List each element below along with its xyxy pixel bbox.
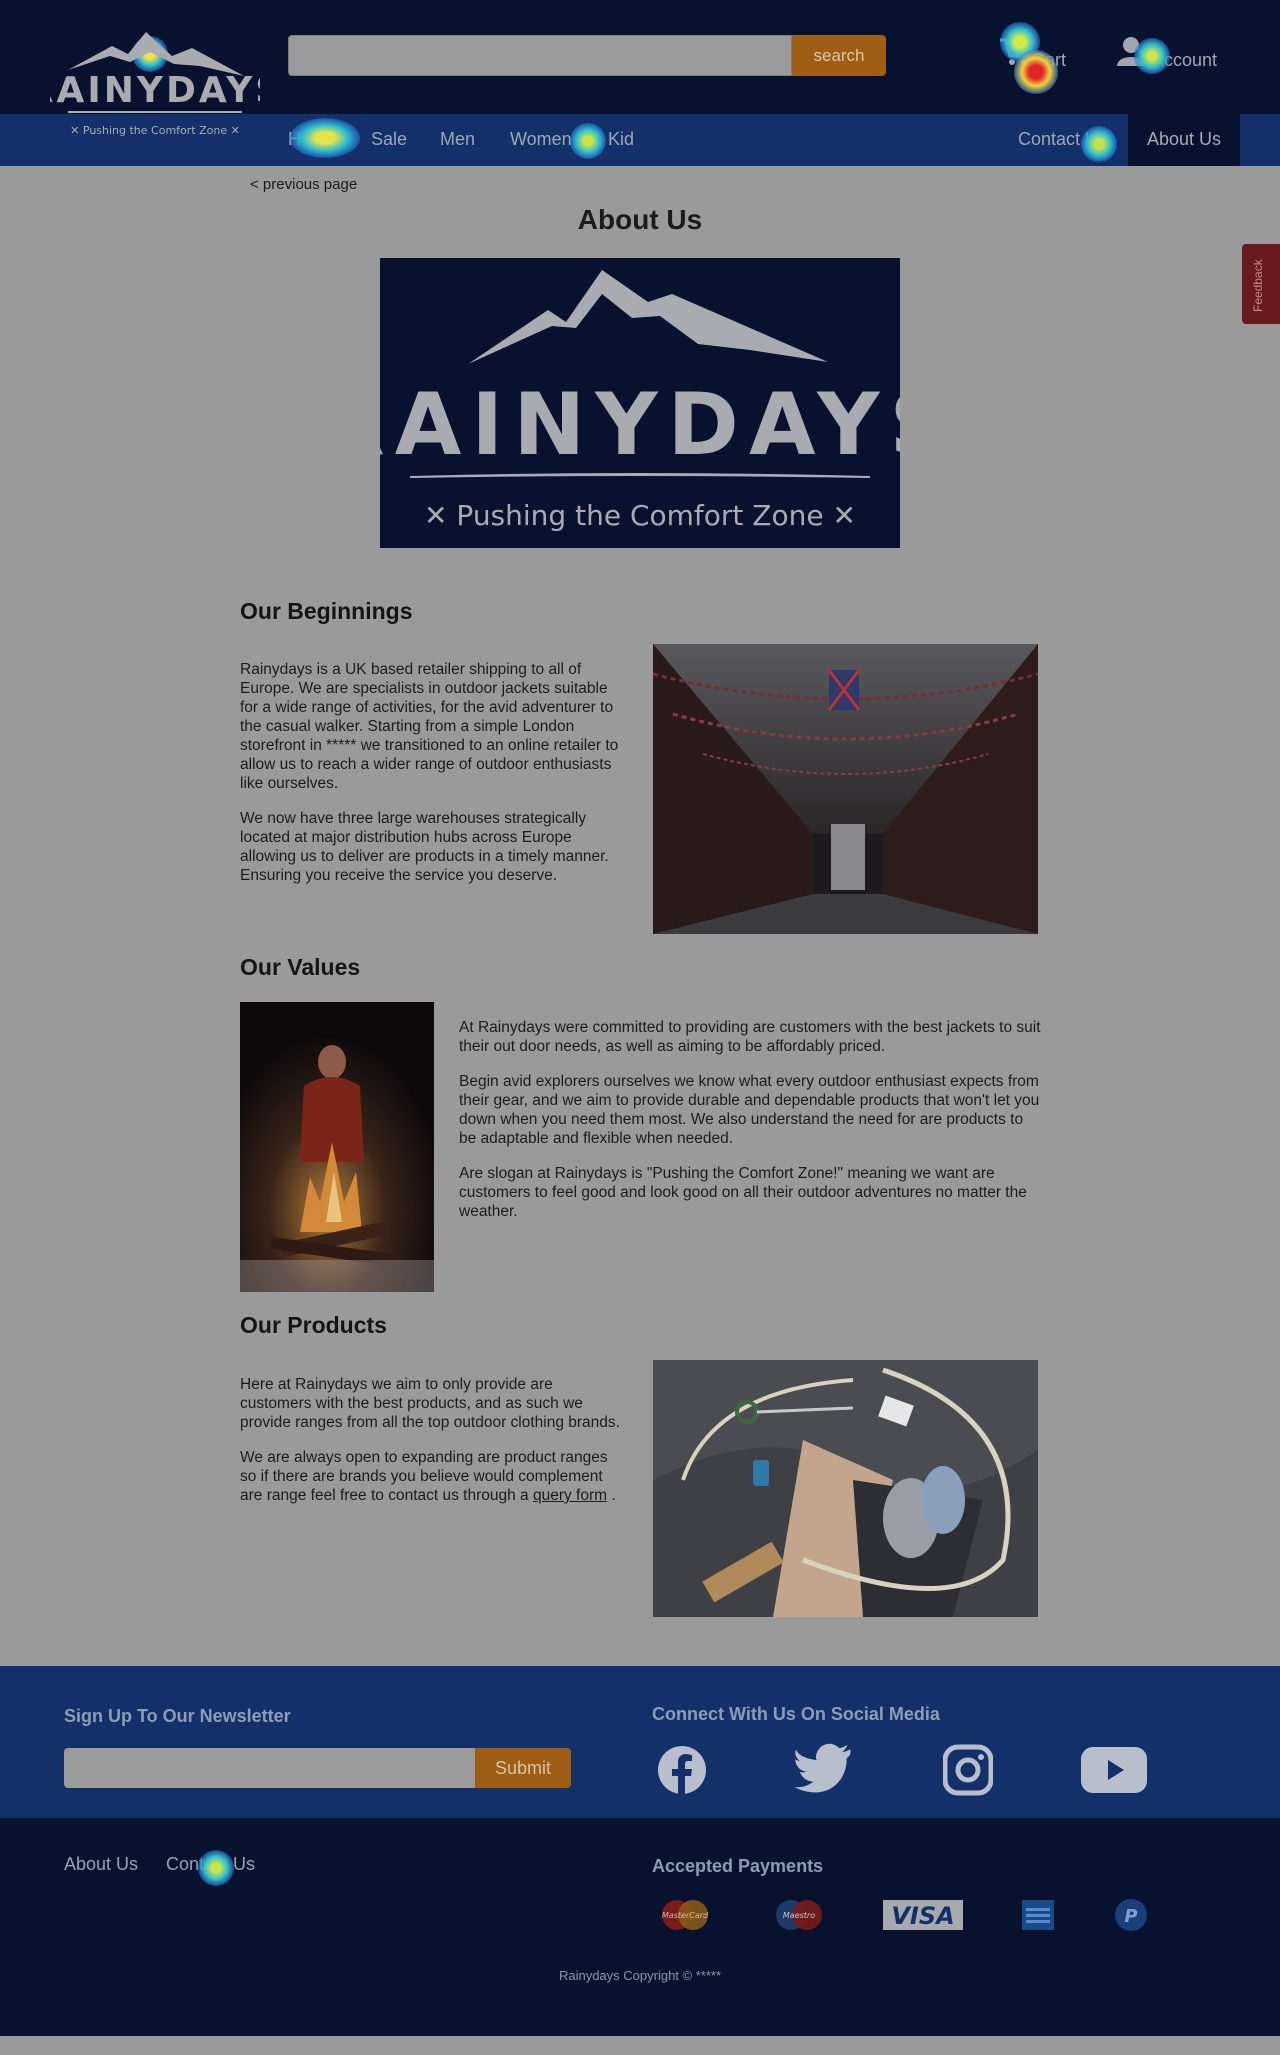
nav-men[interactable]: Men (440, 114, 475, 166)
footer-contact-link[interactable]: Contact Us (166, 1854, 255, 1875)
values-heading: Our Values (240, 954, 361, 980)
hero-tagline: Pushing the Comfort Zone (456, 499, 823, 532)
products-text: Here at Rainydays we aim to only provide… (240, 1375, 626, 1521)
youtube-icon[interactable] (1080, 1742, 1148, 1798)
instagram-icon[interactable] (942, 1742, 994, 1798)
products-p1: Here at Rainydays we aim to only provide… (240, 1376, 620, 1431)
search-button[interactable]: search (792, 35, 886, 76)
cart-icon (998, 34, 1032, 68)
cart-label: Cart (1032, 50, 1067, 70)
footer-about-link[interactable]: About Us (64, 1854, 138, 1875)
account-label: Account (1152, 50, 1218, 70)
logo-tagline: Pushing the Comfort Zone (83, 124, 227, 137)
previous-page-link[interactable]: < previous page (250, 176, 357, 193)
visa-text: VISA (891, 1902, 954, 1930)
social-heading: Connect With Us On Social Media (652, 1704, 940, 1724)
svg-text:P: P (1124, 1906, 1137, 1927)
amex-icon (1022, 1896, 1054, 1934)
feedback-label: Feedback (1251, 259, 1265, 312)
maestro-icon: Maestro (770, 1896, 828, 1934)
hero-wordmark: RAINYDAYS (380, 375, 900, 475)
newsletter-email-input[interactable] (64, 1748, 475, 1788)
visa-icon: VISA (882, 1896, 964, 1934)
newsletter-submit-button[interactable]: Submit (475, 1748, 571, 1788)
paypal-icon: P (1114, 1896, 1148, 1934)
beginnings-text: Rainydays is a UK based retailer shippin… (240, 660, 626, 901)
campfire-photo (240, 1002, 434, 1292)
page-title: About Us (577, 204, 703, 235)
nav-kid[interactable]: Kid (608, 114, 634, 166)
maestro-text: Maestro (783, 1911, 815, 1920)
twitter-icon[interactable] (794, 1742, 856, 1798)
nav-women[interactable]: Women (510, 114, 572, 166)
nav-about[interactable]: About Us (1128, 114, 1240, 166)
query-form-link[interactable]: query form (533, 1487, 607, 1504)
footer-bottom (0, 1818, 1280, 2036)
beginnings-p2: We now have three large warehouses strat… (240, 810, 609, 884)
values-p3: Are slogan at Rainydays is "Pushing the … (459, 1165, 1027, 1220)
products-p2-end: . (607, 1487, 616, 1504)
copyright-text: Rainydays Copyright © ***** (558, 1968, 722, 1983)
beginnings-heading: Our Beginnings (240, 598, 413, 624)
payments-heading: Accepted Payments (652, 1856, 824, 1876)
site-logo[interactable]: RAINYDAYS ✕ Pushing the Comfort Zone ✕ (26, 26, 281, 144)
values-p2: Begin avid explorers ourselves we know w… (459, 1073, 1040, 1147)
svg-text:✕ Pushing the Comfort Zone ✕: ✕ Pushing the Comfort Zone ✕ (424, 499, 856, 532)
tailoring-photo (653, 1360, 1038, 1617)
hero-logo-image: RAINYDAYS ✕ Pushing the Comfort Zone ✕ (319, 258, 951, 548)
cart-link[interactable]: Cart (998, 34, 1082, 86)
svg-text:✕ Pushing the Comfort Zone ✕: ✕ Pushing the Comfort Zone ✕ (70, 124, 240, 137)
nav-edge (1240, 114, 1280, 166)
nav-contact[interactable]: Contact Us (1018, 114, 1107, 166)
nav-sale[interactable]: Sale (371, 114, 407, 166)
feedback-tab[interactable]: Feedback (1242, 244, 1280, 324)
search-input[interactable] (288, 35, 792, 76)
nav-home[interactable]: Home (288, 114, 336, 166)
mastercard-text: MasterCard (662, 1911, 709, 1920)
values-p1: At Rainydays were committed to providing… (459, 1019, 1041, 1055)
user-icon (1116, 34, 1150, 68)
products-heading: Our Products (240, 1312, 387, 1338)
account-link[interactable]: Account (1116, 34, 1226, 86)
mastercard-icon: MasterCard (656, 1896, 714, 1934)
values-text: At Rainydays were committed to providing… (459, 1018, 1041, 1237)
market-arcade-photo (653, 644, 1038, 934)
logo-wordmark: RAINYDAYS (50, 70, 260, 111)
beginnings-p1: Rainydays is a UK based retailer shippin… (240, 661, 619, 792)
products-p2: We are always open to expanding are prod… (240, 1448, 626, 1505)
facebook-icon[interactable] (655, 1742, 711, 1798)
newsletter-heading: Sign Up To Our Newsletter (64, 1706, 291, 1726)
